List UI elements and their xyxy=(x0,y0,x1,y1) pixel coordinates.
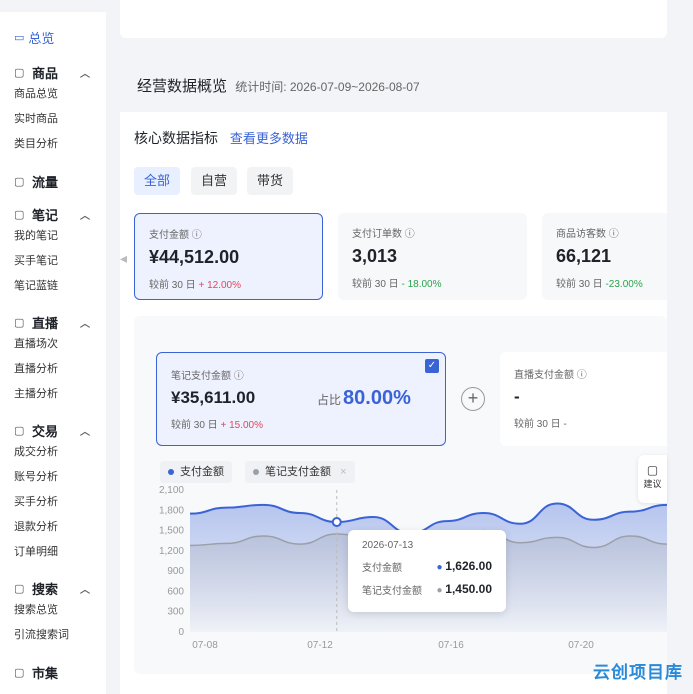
tab-all[interactable]: 全部 xyxy=(134,167,181,195)
x-tick-label: 07-08 xyxy=(192,640,218,650)
watermark: 云创项目库 xyxy=(593,663,683,682)
y-tick-label: 2,100 xyxy=(159,485,184,496)
sidebar-item[interactable]: 搜索总览 xyxy=(14,598,98,623)
nav-group-title: 交易 xyxy=(32,423,59,439)
flow-icon: ▢ xyxy=(14,175,25,188)
trade-icon: ▢ xyxy=(14,424,25,437)
chevron-up-icon[interactable]: ︿ xyxy=(80,423,90,438)
chevron-up-icon[interactable]: ︿ xyxy=(80,65,90,80)
x-tick-label: 07-20 xyxy=(568,640,594,650)
y-tick-label: 600 xyxy=(167,586,184,597)
chevron-up-icon[interactable]: ︿ xyxy=(80,581,90,596)
y-tick-label: 1,800 xyxy=(159,505,184,516)
sidebar-item[interactable]: 类目分析 xyxy=(14,132,98,157)
search-icon: ▢ xyxy=(14,582,25,595)
sidebar-item[interactable]: 账号分析 xyxy=(14,465,98,490)
sidebar-item[interactable]: 直播分析 xyxy=(14,357,98,382)
chevron-up-icon[interactable]: ︿ xyxy=(80,315,90,330)
nav-overview[interactable]: ▭ 总览 xyxy=(14,28,54,47)
add-metric-icon[interactable]: + xyxy=(461,387,485,411)
nav-group-title: 搜索 xyxy=(32,581,59,597)
market-icon: ▢ xyxy=(14,666,25,679)
sidebar-item[interactable]: 商品总览 xyxy=(14,82,98,107)
sidebar-item[interactable]: 直播场次 xyxy=(14,332,98,357)
x-tick-label: 07-12 xyxy=(307,640,333,650)
nav-group-title: 流量 xyxy=(32,174,59,190)
sidebar-item[interactable]: 买手分析 xyxy=(14,490,98,515)
nav-group-header[interactable]: ▢ 交易 ︿ xyxy=(14,420,98,440)
y-tick-label: 1,200 xyxy=(159,546,184,557)
y-tick-label: 300 xyxy=(167,607,184,618)
nav-group-header[interactable]: ▢ 商品 ︿ xyxy=(14,62,98,82)
bag-icon: ▢ xyxy=(14,66,25,79)
help-icon: ⓘ xyxy=(404,229,415,240)
sidebar-item[interactable]: 实时商品 xyxy=(14,107,98,132)
monitor-icon: ▭ xyxy=(14,32,25,44)
nav-group-header[interactable]: ▢ 流量 xyxy=(14,171,98,191)
card-pay-orders[interactable]: 支付订单数 ⓘ 3,013 较前 30 日 - 18.00% xyxy=(338,213,527,300)
nav-group-title: 市集 xyxy=(32,665,59,681)
nav-group-6: ▢ 市集 xyxy=(14,662,98,682)
checkbox-checked-icon[interactable]: ✓ xyxy=(425,359,439,373)
close-icon: × xyxy=(340,466,347,478)
card-visitors[interactable]: 商品访客数 ⓘ 66,121 较前 30 日 -23.00% xyxy=(542,213,667,300)
tab-affiliate[interactable]: 带货 xyxy=(247,167,294,195)
nav-group-title: 直播 xyxy=(32,315,59,331)
nav-group-header[interactable]: ▢ 市集 xyxy=(14,662,98,682)
card-live-pay[interactable]: 直播支付金额 ⓘ - 较前 30 日 - xyxy=(500,352,667,446)
prev-arrow-icon[interactable]: ◂ xyxy=(120,250,132,266)
y-tick-label: 1,500 xyxy=(159,526,184,537)
nav-group-3: ▢ 直播 ︿ 直播场次 直播分析 主播分析 xyxy=(14,312,98,407)
card-note-pay[interactable]: ✓ 笔记支付金额 ⓘ ¥35,611.00 占比 80.00% 较前 30 日 +… xyxy=(156,352,446,446)
more-data-link[interactable]: 查看更多数据 xyxy=(230,131,308,146)
feedback-icon: ▢ xyxy=(646,463,659,477)
nav-group-1: ▢ 流量 xyxy=(14,171,98,191)
nav-group-5: ▢ 搜索 ︿ 搜索总览 引流搜索词 xyxy=(14,578,98,648)
sidebar-item[interactable]: 退款分析 xyxy=(14,515,98,540)
y-tick-label: 0 xyxy=(178,627,184,638)
play-icon: ▢ xyxy=(14,316,25,329)
stat-period: 统计时间: 2026-07-09~2026-08-07 xyxy=(235,80,420,94)
nav-group-header[interactable]: ▢ 搜索 ︿ xyxy=(14,578,98,598)
nav-group-0: ▢ 商品 ︿ 商品总览 实时商品 类目分析 xyxy=(14,62,98,157)
y-tick-label: 900 xyxy=(167,566,184,577)
x-tick-label: 07-16 xyxy=(438,640,464,650)
help-icon: ⓘ xyxy=(233,371,244,382)
nav-group-4: ▢ 交易 ︿ 成交分析 账号分析 买手分析 退款分析 订单明细 xyxy=(14,420,98,565)
nav-group-title: 商品 xyxy=(32,65,59,81)
sidebar-item[interactable]: 订单明细 xyxy=(14,540,98,565)
page-title: 经营数据概览 统计时间: 2026-07-09~2026-08-07 xyxy=(137,78,420,95)
card-pay-amount[interactable]: 支付金额 ⓘ ¥44,512.00 较前 30 日 + 12.00% xyxy=(134,213,323,300)
note-icon: ▢ xyxy=(14,208,25,221)
help-icon: ⓘ xyxy=(608,229,619,240)
nav-group-title: 笔记 xyxy=(32,207,59,223)
help-icon: ⓘ xyxy=(576,370,587,381)
sidebar-item[interactable]: 笔记蓝链 xyxy=(14,274,98,299)
hover-point[interactable] xyxy=(331,517,342,528)
sidebar-item[interactable]: 我的笔记 xyxy=(14,224,98,249)
sidebar-item[interactable]: 买手笔记 xyxy=(14,249,98,274)
kpi-section-title: 核心数据指标 查看更多数据 xyxy=(134,130,308,146)
help-icon: ⓘ xyxy=(191,230,202,241)
nav-group-2: ▢ 笔记 ︿ 我的笔记 买手笔记 笔记蓝链 xyxy=(14,204,98,299)
chevron-up-icon[interactable]: ︿ xyxy=(80,207,90,222)
sidebar-item[interactable]: 成交分析 xyxy=(14,440,98,465)
sidebar-item[interactable]: 主播分析 xyxy=(14,382,98,407)
sidebar-item[interactable]: 引流搜索词 xyxy=(14,623,98,648)
tab-self-run[interactable]: 自营 xyxy=(191,167,238,195)
nav-group-header[interactable]: ▢ 笔记 ︿ xyxy=(14,204,98,224)
top-bar xyxy=(120,0,667,38)
chart-tooltip: 2026-07-13 支付金额 ● 1,626.00 笔记支付金额 ● 1,450.… xyxy=(348,530,506,612)
nav-group-header[interactable]: ▢ 直播 ︿ xyxy=(14,312,98,332)
